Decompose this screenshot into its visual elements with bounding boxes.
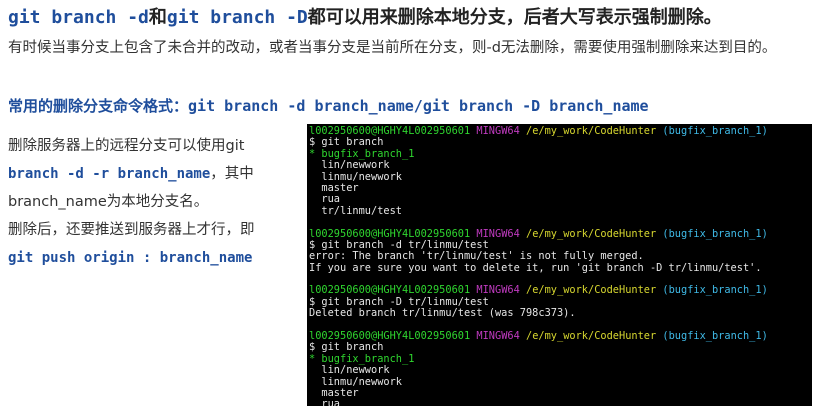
- prompt-path: /e/my_work/CodeHunter: [526, 125, 657, 137]
- terminal-output-line: rua: [309, 398, 340, 406]
- explanation-paragraph: 有时候当事分支上包含了未合并的改动，或者当事分支是当前所在分支，则-d无法删除，…: [8, 40, 777, 56]
- prompt-path: /e/my_work/CodeHunter: [526, 227, 657, 240]
- prompt-host: MINGW64: [476, 125, 520, 137]
- terminal-output-line: linmu/newwork: [309, 170, 402, 183]
- terminal-output-line: tr/linmu/test: [309, 204, 402, 217]
- prompt-user: l002950600@HGHY4L002950601: [309, 125, 471, 137]
- push-command: git push origin : branch_name: [8, 250, 253, 266]
- remote-note-line5: git push origin : branch_name: [8, 244, 300, 272]
- heading-rest: 都可以用来删除本地分支，后者大写表示强制删除。: [307, 7, 722, 28]
- remote-note-line4: 删除后，还要推送到服务器上才行，即: [8, 222, 255, 238]
- remote-delete-command: branch -d -r branch_name: [8, 166, 211, 182]
- terminal-screenshot: l002950600@HGHY4L002950601 MINGW64 /e/my…: [307, 124, 812, 406]
- command-format-code: git branch -d branch_name/git branch -D …: [188, 97, 649, 115]
- terminal-output-line: Deleted branch tr/linmu/test (was 798c37…: [309, 307, 576, 320]
- terminal-output-line: master: [309, 386, 359, 399]
- terminal-output-line: If you are sure you want to delete it, r…: [309, 261, 762, 274]
- terminal-output-line: lin/newwork: [309, 364, 390, 377]
- remote-note-line2: branch -d -r branch_name，其中: [8, 160, 300, 188]
- heading-cmd-upper-d: git branch -D: [166, 7, 308, 28]
- terminal-prompt: l002950600@HGHY4L002950601 MINGW64 /e/my…: [309, 125, 812, 137]
- terminal-output-line: master: [309, 181, 359, 194]
- terminal-output-line: lin/newwork: [309, 159, 390, 172]
- prompt-user: l002950600@HGHY4L002950601: [309, 227, 471, 240]
- heading-and: 和: [148, 7, 167, 28]
- slide-heading: git branch -d和git branch -D都可以用来删除本地分支，后…: [8, 6, 818, 30]
- remote-note-line3: branch_name为本地分支名。: [8, 194, 209, 210]
- terminal-prompt: l002950600@HGHY4L002950601 MINGW64 /e/my…: [309, 330, 812, 343]
- heading-cmd-lower-d: git branch -d: [8, 7, 149, 28]
- prompt-host: MINGW64: [476, 330, 520, 343]
- prompt-branch: (bugfix_branch_1): [662, 330, 768, 343]
- command-format-label: 常用的删除分支命令格式：: [8, 97, 189, 115]
- prompt-host: MINGW64: [476, 227, 520, 240]
- remote-delete-notes: 删除服务器上的远程分支可以使用git branch -d -r branch_n…: [8, 132, 300, 272]
- prompt-branch: (bugfix_branch_1): [662, 284, 768, 297]
- prompt-user: l002950600@HGHY4L002950601: [309, 330, 471, 343]
- prompt-user: l002950600@HGHY4L002950601: [309, 284, 471, 297]
- prompt-path: /e/my_work/CodeHunter: [526, 330, 657, 343]
- terminal-output-line: linmu/newwork: [309, 375, 402, 388]
- prompt-host: MINGW64: [476, 284, 520, 297]
- prompt-branch: (bugfix_branch_1): [662, 227, 768, 240]
- prompt-path: /e/my_work/CodeHunter: [526, 284, 657, 297]
- remote-note-line1: 删除服务器上的远程分支可以使用git: [8, 138, 245, 154]
- terminal-output-line: error: The branch 'tr/linmu/test' is not…: [309, 250, 644, 263]
- prompt-branch: (bugfix_branch_1): [662, 125, 768, 137]
- command-format-line: 常用的删除分支命令格式：git branch -d branch_name/gi…: [8, 95, 818, 117]
- remote-note-line2-text: ，其中: [210, 166, 254, 182]
